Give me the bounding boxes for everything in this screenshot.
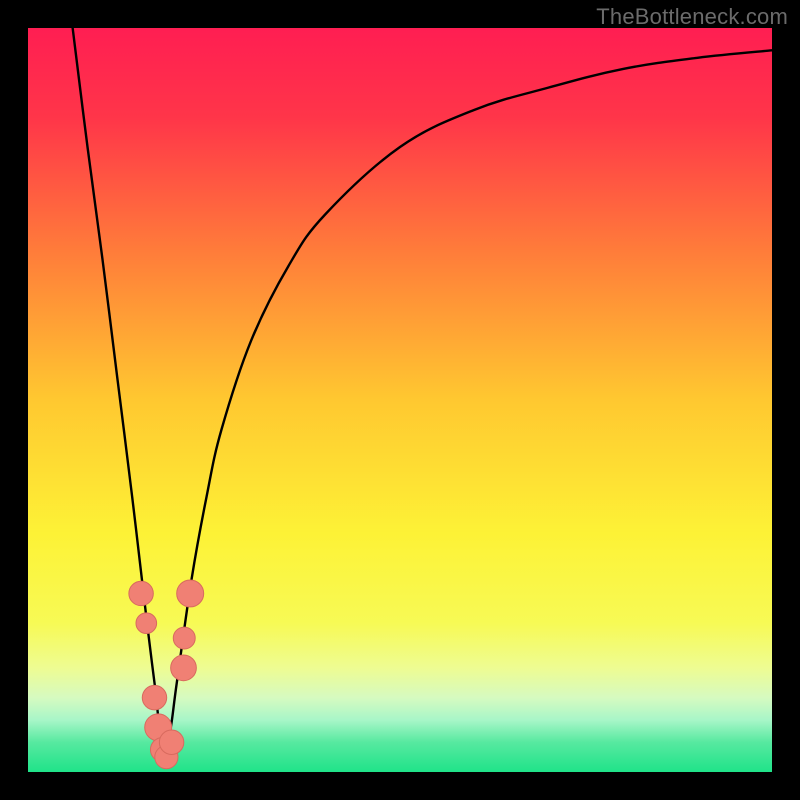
data-marker <box>129 581 153 605</box>
plot-area <box>28 28 772 772</box>
data-marker <box>159 730 183 754</box>
watermark-text: TheBottleneck.com <box>596 4 788 30</box>
data-marker <box>173 627 195 649</box>
data-markers <box>129 580 204 769</box>
data-marker <box>177 580 204 607</box>
data-marker <box>136 613 157 634</box>
chart-svg <box>28 28 772 772</box>
data-marker <box>171 655 197 681</box>
chart-frame: TheBottleneck.com <box>0 0 800 800</box>
data-marker <box>142 685 166 709</box>
